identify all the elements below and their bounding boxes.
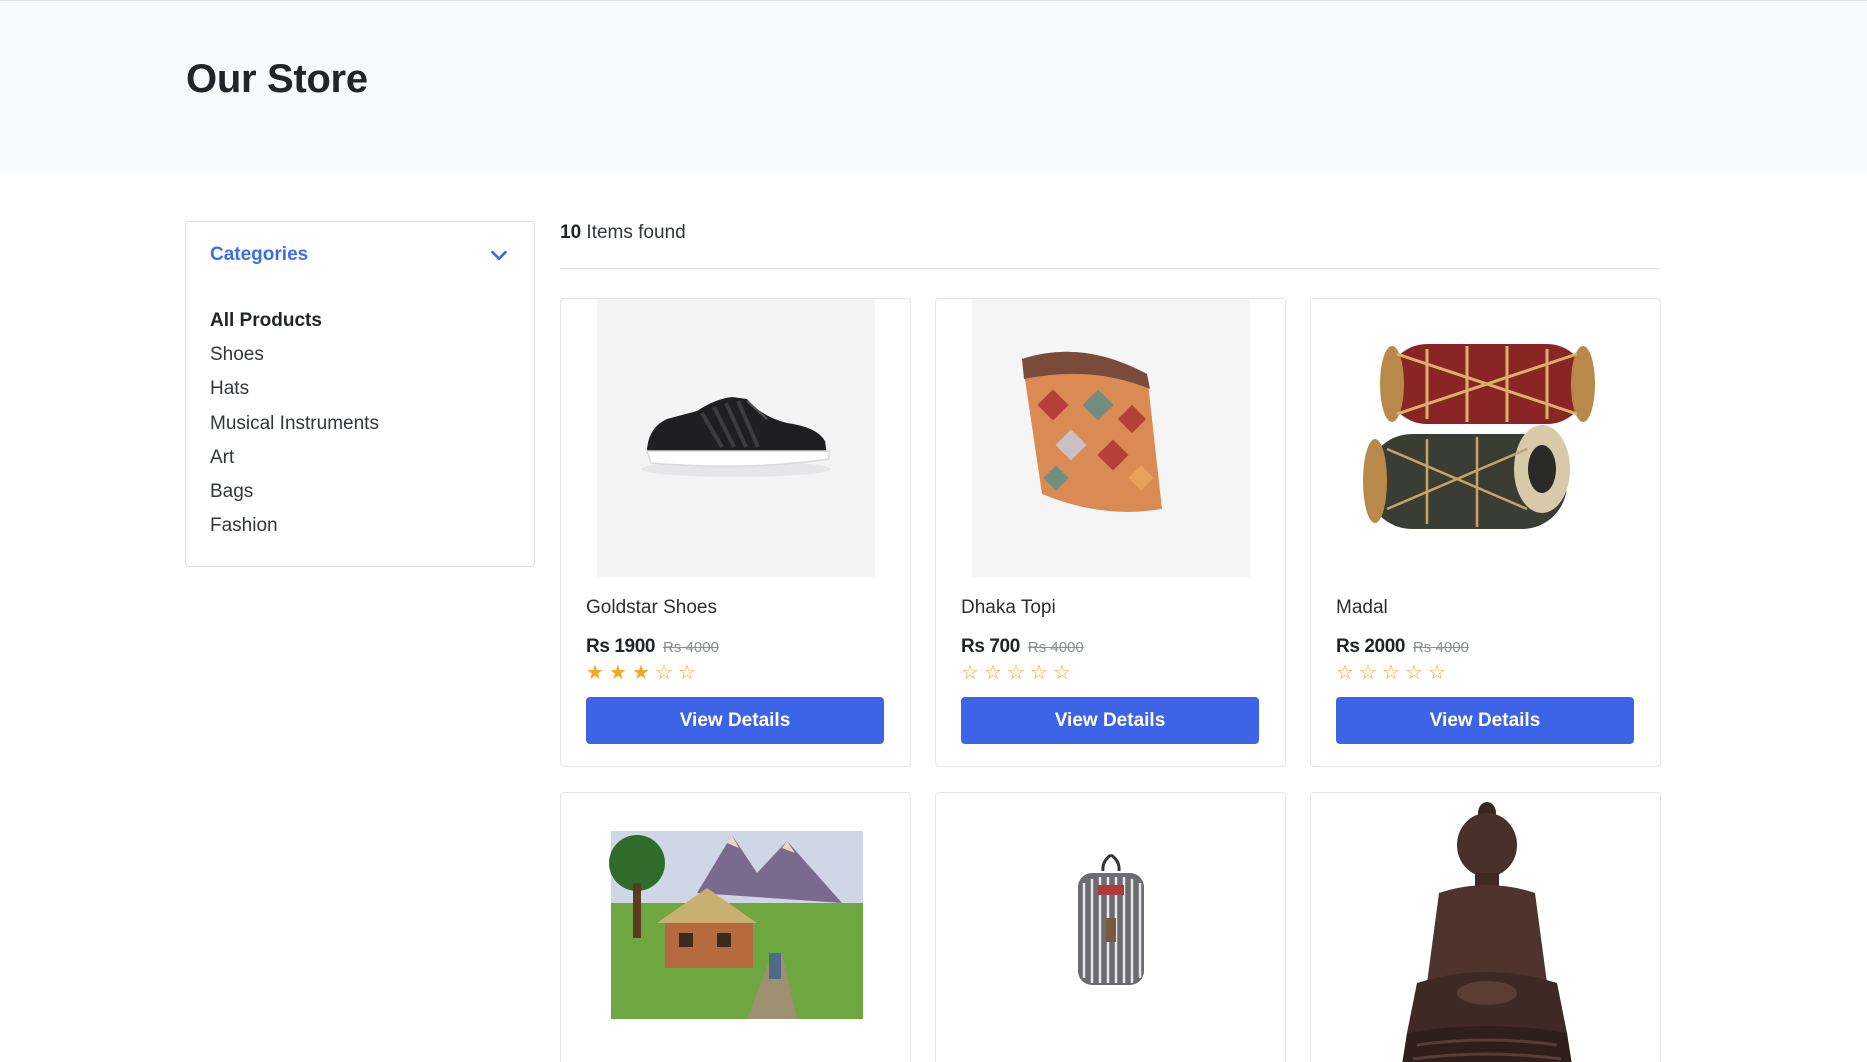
view-details-button[interactable]: View Details <box>961 697 1259 744</box>
star-filled-icon: ★ <box>632 662 650 684</box>
category-hats[interactable]: Hats <box>210 372 379 406</box>
product-name[interactable]: Madal <box>1336 597 1388 619</box>
results-label: Items found <box>586 222 686 243</box>
categories-toggle[interactable]: Categories <box>210 240 510 270</box>
star-empty-icon: ☆ <box>1030 662 1048 684</box>
backpack-icon <box>972 793 1250 1062</box>
star-empty-icon: ☆ <box>1336 662 1354 684</box>
star-filled-icon: ★ <box>586 662 604 684</box>
buddha-statue-icon <box>1347 793 1625 1062</box>
categories-title: Categories <box>210 244 309 265</box>
madal-drum-icon <box>1347 299 1625 577</box>
category-bags[interactable]: Bags <box>210 475 379 509</box>
category-art[interactable]: Art <box>210 441 379 475</box>
category-all-products[interactable]: All Products <box>210 304 379 338</box>
product-old-price: Rs 4000 <box>1413 639 1469 656</box>
product-price: Rs 700 <box>961 636 1020 657</box>
view-details-button[interactable]: View Details <box>1336 697 1634 744</box>
star-filled-icon: ★ <box>609 662 627 684</box>
star-empty-icon: ☆ <box>655 662 673 684</box>
product-card: Dhaka Topi Rs 700 Rs 4000 ☆ ☆ ☆ ☆ ☆ View… <box>935 298 1286 767</box>
star-rating: ☆ ☆ ☆ ☆ ☆ <box>1335 663 1447 683</box>
product-old-price: Rs 4000 <box>663 639 719 656</box>
product-image[interactable] <box>972 299 1250 577</box>
categories-panel: Categories All Products Shoes Hats Music… <box>185 221 535 567</box>
results-count: 10 Items found <box>560 222 686 244</box>
product-card <box>1310 792 1661 1062</box>
category-list: All Products Shoes Hats Musical Instrume… <box>210 304 379 543</box>
sneaker-icon <box>597 299 875 577</box>
star-empty-icon: ☆ <box>1405 662 1423 684</box>
product-name[interactable]: Goldstar Shoes <box>586 597 717 619</box>
results-number: 10 <box>560 222 582 243</box>
product-card: Madal Rs 2000 Rs 4000 ☆ ☆ ☆ ☆ ☆ View Det… <box>1310 298 1661 767</box>
star-empty-icon: ☆ <box>961 662 979 684</box>
chevron-down-icon[interactable] <box>488 244 510 266</box>
price-row: Rs 1900 Rs 4000 <box>586 636 719 658</box>
product-image[interactable] <box>1347 299 1625 577</box>
product-old-price: Rs 4000 <box>1027 639 1084 656</box>
star-rating: ★ ★ ★ ☆ ☆ <box>585 663 697 683</box>
page-title: Our Store <box>186 57 368 101</box>
product-price: Rs 1900 <box>586 636 656 657</box>
product-name[interactable]: Dhaka Topi <box>961 597 1056 619</box>
product-image[interactable] <box>597 299 875 577</box>
price-row: Rs 2000 Rs 4000 <box>1336 636 1469 658</box>
category-fashion[interactable]: Fashion <box>210 509 379 543</box>
product-image[interactable] <box>597 793 875 1062</box>
dhaka-topi-icon <box>972 299 1250 577</box>
product-card <box>935 792 1286 1062</box>
star-empty-icon: ☆ <box>1382 662 1400 684</box>
category-shoes[interactable]: Shoes <box>210 338 379 372</box>
price-row: Rs 700 Rs 4000 <box>961 636 1084 658</box>
product-card <box>560 792 911 1062</box>
star-empty-icon: ☆ <box>1007 662 1025 684</box>
results-divider <box>560 268 1660 269</box>
star-rating: ☆ ☆ ☆ ☆ ☆ <box>960 663 1072 683</box>
star-empty-icon: ☆ <box>1428 662 1446 684</box>
product-price: Rs 2000 <box>1336 636 1406 657</box>
view-details-button[interactable]: View Details <box>586 697 884 744</box>
star-empty-icon: ☆ <box>678 662 696 684</box>
product-image[interactable] <box>1347 793 1625 1062</box>
page-header: Our Store <box>0 1 1867 172</box>
product-card: Goldstar Shoes Rs 1900 Rs 4000 ★ ★ ★ ☆ ☆… <box>560 298 911 767</box>
star-empty-icon: ☆ <box>984 662 1002 684</box>
product-image[interactable] <box>972 793 1250 1062</box>
landscape-painting-icon <box>597 793 875 1062</box>
star-empty-icon: ☆ <box>1053 662 1071 684</box>
category-musical-instruments[interactable]: Musical Instruments <box>210 407 379 441</box>
star-empty-icon: ☆ <box>1359 662 1377 684</box>
